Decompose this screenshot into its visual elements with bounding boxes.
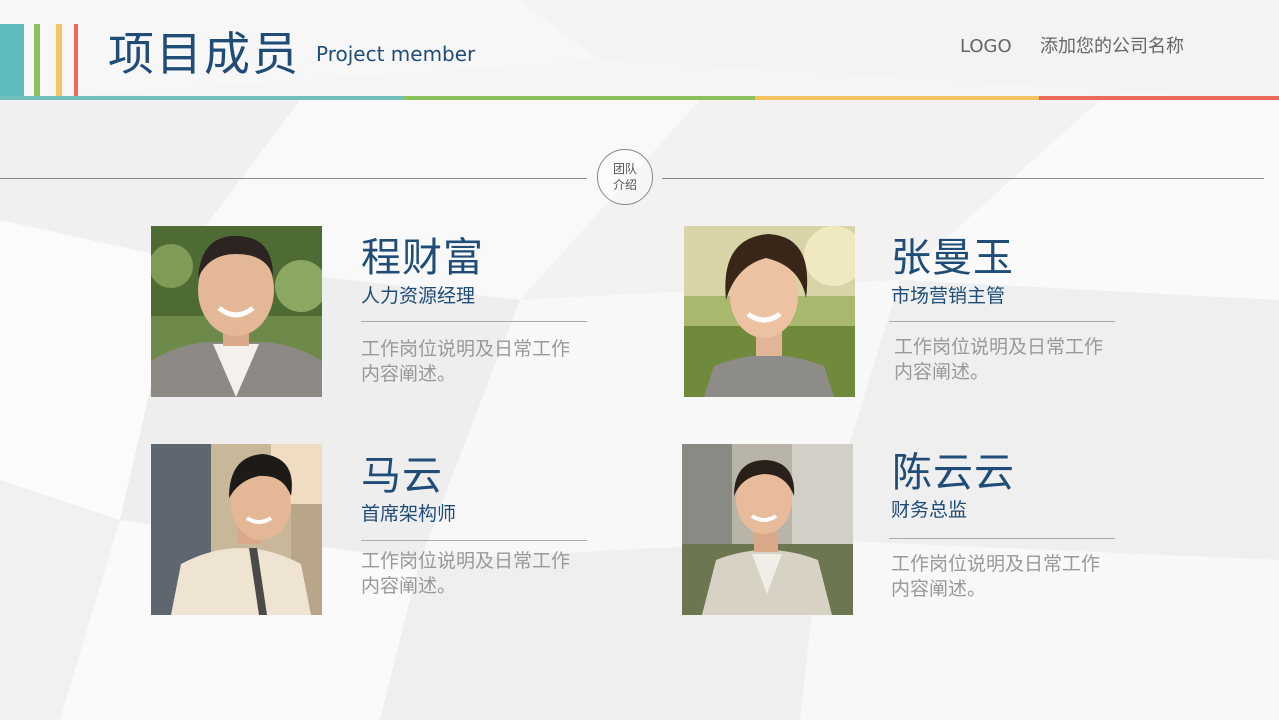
member-desc-3: 工作岗位说明及日常工作内容阐述。 xyxy=(361,550,571,597)
section-badge-line2: 介绍 xyxy=(612,178,637,192)
member-desc-4: 工作岗位说明及日常工作内容阐述。 xyxy=(891,553,1101,600)
header-stripe-green xyxy=(34,24,40,97)
header-stripe-red xyxy=(74,24,78,97)
member-name-2: 张曼玉 xyxy=(891,235,1014,281)
member-photo-3 xyxy=(151,444,322,615)
member-role-4: 财务总监 xyxy=(891,499,968,521)
header-bar-green xyxy=(403,96,755,100)
header-bar-teal xyxy=(0,96,403,100)
header-bar-red xyxy=(1039,96,1279,100)
member-role-3: 首席架构师 xyxy=(361,503,457,525)
header-accent-block xyxy=(0,24,24,97)
divider-left xyxy=(0,178,587,179)
section-badge: 团队 介绍 xyxy=(597,149,653,205)
member-desc-2: 工作岗位说明及日常工作内容阐述。 xyxy=(894,336,1104,383)
member-desc-1: 工作岗位说明及日常工作内容阐述。 xyxy=(361,338,571,385)
member-photo-1 xyxy=(151,226,322,397)
page-subtitle: Project member xyxy=(316,42,476,66)
member-role-2: 市场营销主管 xyxy=(891,285,1006,307)
divider-right xyxy=(662,178,1264,179)
member-photo-4 xyxy=(682,444,853,615)
member-name-1: 程财富 xyxy=(361,235,484,281)
member-photo-2 xyxy=(684,226,855,397)
member-name-3: 马云 xyxy=(361,453,443,499)
member-role-1: 人力资源经理 xyxy=(361,285,476,307)
section-badge-line1: 团队 xyxy=(612,162,637,176)
member-separator-3 xyxy=(361,540,587,541)
logo-placeholder: LOGO xyxy=(960,36,1012,57)
company-name: 添加您的公司名称 xyxy=(1040,36,1184,57)
member-separator-2 xyxy=(889,321,1115,322)
member-name-4: 陈云云 xyxy=(892,450,1015,496)
header-bar-yellow xyxy=(755,96,1039,100)
page-title: 项目成员 xyxy=(108,27,300,81)
member-separator-1 xyxy=(361,321,587,322)
header-stripe-yellow xyxy=(56,24,62,97)
member-separator-4 xyxy=(889,538,1115,539)
